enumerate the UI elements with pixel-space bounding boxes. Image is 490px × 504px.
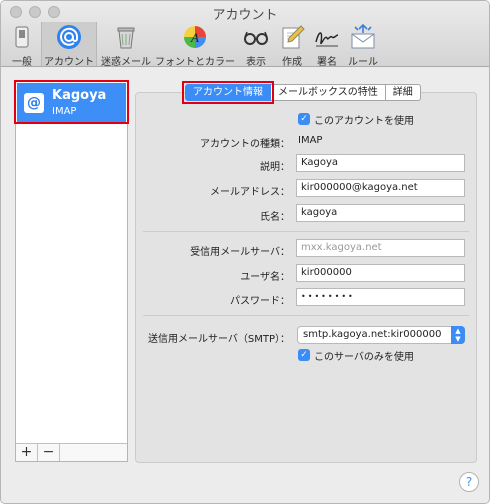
trash-icon: [117, 27, 135, 49]
smtp-server-label: 送信用メールサーバ（SMTP）：: [147, 334, 290, 345]
account-type-value: IMAP: [298, 135, 323, 146]
svg-text:A: A: [190, 30, 199, 45]
email-field[interactable]: kir000000@kagoya.net: [296, 179, 465, 197]
account-list-footer: + −: [16, 443, 127, 461]
pencil-icon: [282, 25, 305, 49]
toolbar-accounts-label: アカウント: [44, 57, 94, 68]
signature-icon: [315, 32, 339, 47]
enable-account-checkbox[interactable]: ✓: [298, 113, 310, 125]
tab-mailbox-behaviors[interactable]: メールボックスの特性: [271, 84, 386, 101]
add-account-button[interactable]: +: [16, 444, 38, 461]
preferences-window: アカウント 一般 アカウント 迷惑メール A フォントとカラー 表示 作成 署名…: [0, 0, 490, 504]
toolbar-signatures[interactable]: 署名: [309, 22, 345, 68]
separator: [143, 231, 469, 232]
password-label: パスワード：: [230, 296, 290, 307]
incoming-server-label: 受信用メールサーバ：: [190, 247, 290, 258]
email-label: メールアドレス：: [210, 187, 290, 198]
toolbar-general[interactable]: 一般: [7, 22, 37, 68]
smtp-only-label: このサーバのみを使用: [314, 352, 414, 363]
toolbar-fonts-colors-label: フォントとカラー: [155, 57, 235, 68]
separator: [143, 315, 469, 316]
help-button[interactable]: ?: [459, 472, 479, 492]
fullname-label: 氏名：: [260, 212, 290, 223]
account-highlight-box: [14, 80, 129, 124]
rules-envelope-icon: [351, 24, 375, 49]
toolbar-fonts-colors[interactable]: A フォントとカラー: [154, 22, 236, 68]
color-palette-icon: A: [184, 26, 206, 48]
tab-advanced[interactable]: 詳細: [385, 84, 421, 101]
tab-highlight-box: [182, 81, 274, 104]
password-field[interactable]: ••••••••: [296, 288, 465, 306]
toolbar-signatures-label: 署名: [317, 57, 337, 68]
titlebar: アカウント 一般 アカウント 迷惑メール A フォントとカラー 表示 作成 署名…: [1, 1, 489, 68]
chevron-updown-icon: ▲ ▼: [451, 326, 465, 344]
account-list: @ Kagoya IMAP + −: [15, 81, 128, 462]
username-label: ユーザ名：: [240, 272, 290, 283]
toolbar-junk-label: 迷惑メール: [101, 57, 151, 68]
toolbar-accounts[interactable]: アカウント: [41, 22, 97, 68]
toolbar-rules[interactable]: ルール: [345, 22, 381, 68]
enable-account-label: このアカウントを使用: [314, 116, 414, 127]
toolbar-viewing[interactable]: 表示: [239, 22, 273, 68]
toolbar-composing[interactable]: 作成: [275, 22, 309, 68]
window-title: アカウント: [212, 8, 278, 23]
at-sign-icon: [57, 25, 81, 49]
glasses-icon: [244, 31, 268, 45]
incoming-server-field[interactable]: mxx.kagoya.net: [296, 239, 465, 257]
fullname-field[interactable]: kagoya: [296, 204, 465, 222]
toolbar-composing-label: 作成: [282, 57, 302, 68]
smtp-server-value: smtp.kagoya.net:kir000000: [303, 329, 442, 340]
description-field[interactable]: Kagoya: [296, 154, 465, 172]
toolbar-junk[interactable]: 迷惑メール: [99, 22, 153, 68]
remove-account-button[interactable]: −: [38, 444, 60, 461]
description-label: 説明：: [260, 162, 290, 173]
toolbar-viewing-label: 表示: [246, 57, 266, 68]
smtp-only-checkbox[interactable]: ✓: [298, 349, 310, 361]
username-field[interactable]: kir000000: [296, 264, 465, 282]
toolbar-rules-label: ルール: [348, 57, 378, 68]
account-type-label: アカウントの種類：: [200, 139, 290, 150]
switch-icon: [15, 26, 29, 48]
smtp-server-popup[interactable]: smtp.kagoya.net:kir000000 ▲ ▼: [297, 326, 465, 344]
toolbar-general-label: 一般: [12, 57, 32, 68]
